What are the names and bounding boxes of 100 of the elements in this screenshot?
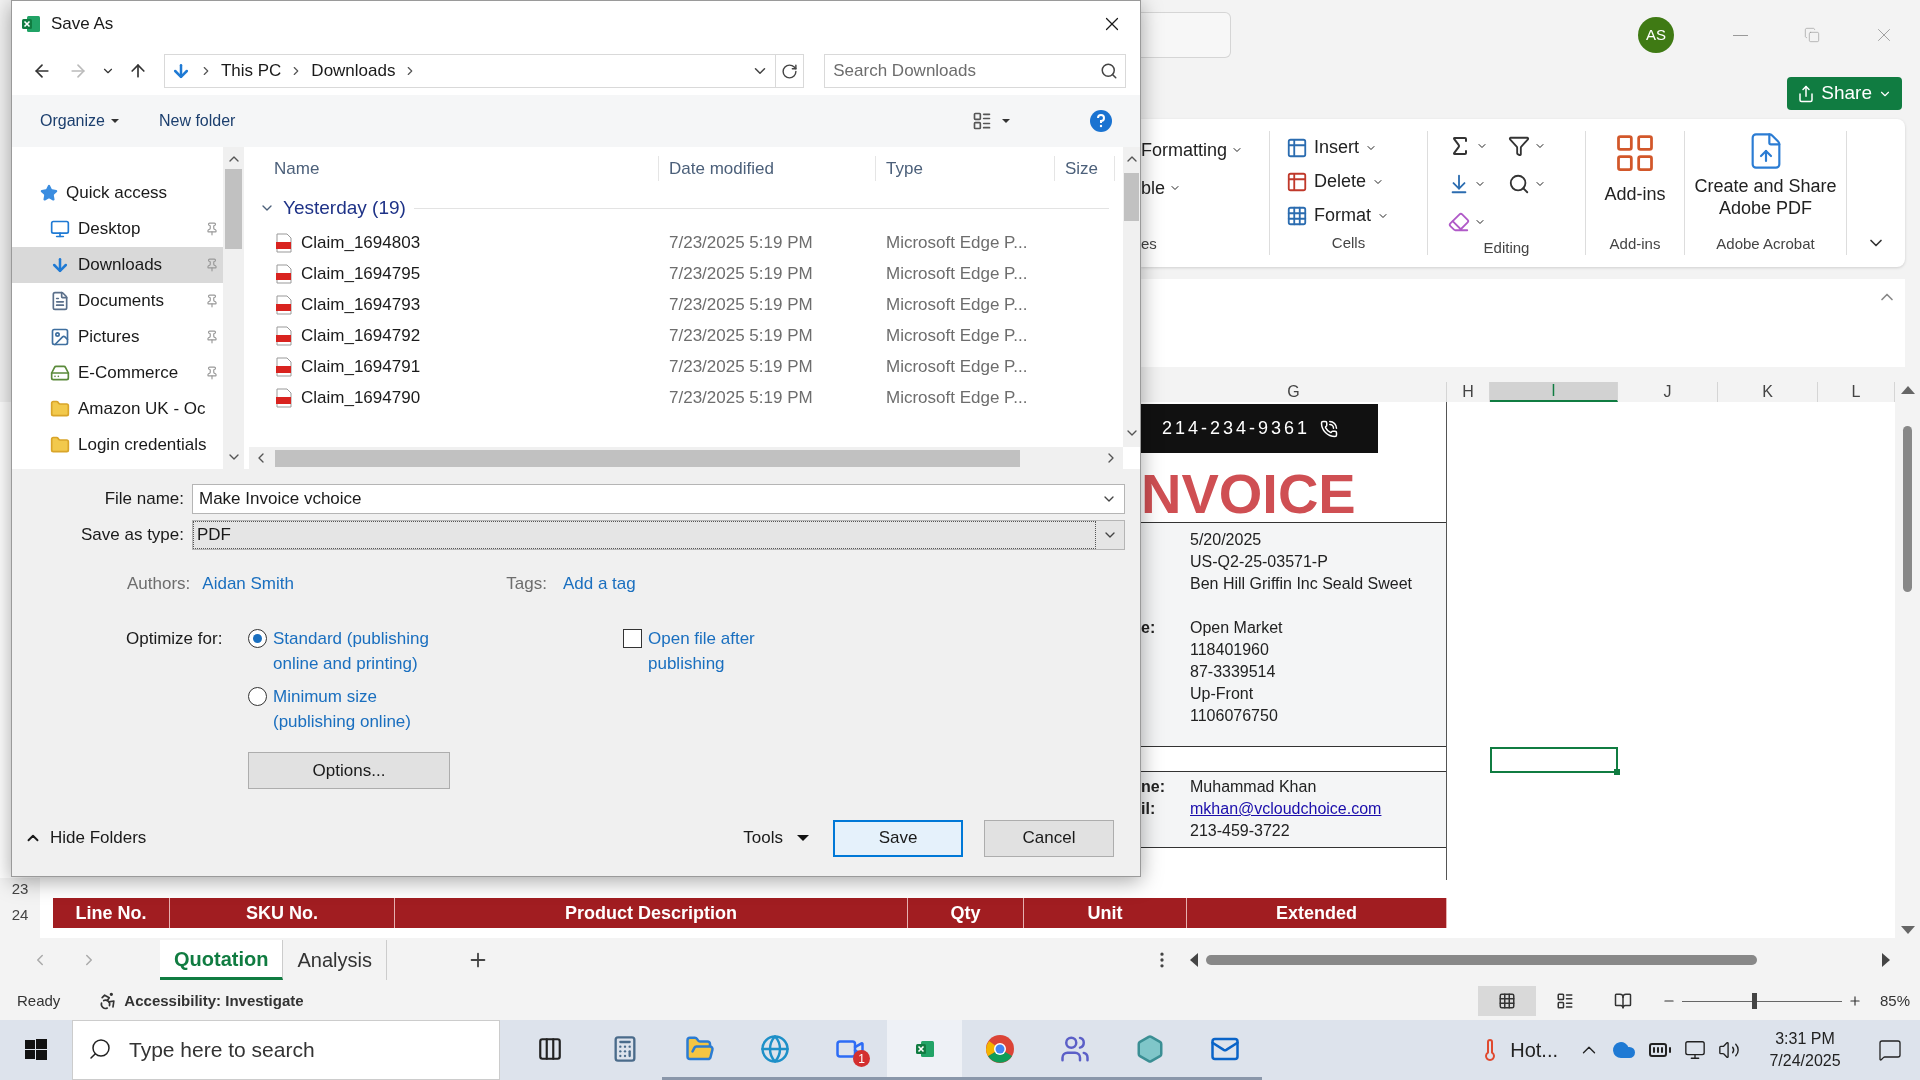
detail-value: Open Market <box>1190 618 1283 638</box>
radio-button[interactable] <box>248 687 267 706</box>
tags-link[interactable]: Add a tag <box>562 571 636 597</box>
save-button[interactable]: Save <box>833 819 963 857</box>
radio-label[interactable]: Minimum size (publishing online) <box>273 684 448 734</box>
file-row[interactable]: Claim_1694791 7/23/2025 5:19 PM Microsoft Edge P... <box>249 351 1123 382</box>
table-insert-icon <box>1286 136 1308 159</box>
column-header[interactable]: Date modified <box>659 155 876 181</box>
search-field[interactable]: Search Downloads <box>824 54 1126 88</box>
checkbox[interactable] <box>623 629 642 648</box>
ribbon-button[interactable]: Insert <box>1286 131 1427 165</box>
address-bar[interactable]: This PC Downloads <box>163 54 777 88</box>
radio-button[interactable] <box>248 629 267 648</box>
checkbox-label[interactable]: Open file after publishing <box>648 626 788 676</box>
nav-pane-item[interactable]: Quick access <box>12 175 223 211</box>
group-label: Add-ins <box>1609 233 1661 254</box>
options-button[interactable]: Options... <box>248 752 450 789</box>
refresh-icon <box>781 62 799 80</box>
user-avatar[interactable]: AS <box>1638 17 1674 53</box>
ribbon-dropdown-button[interactable]: Formatting <box>1141 131 1269 169</box>
radio-label[interactable]: Standard (publishing online and printing) <box>273 626 448 676</box>
zoom-in-icon[interactable] <box>1847 994 1862 1008</box>
browser-icon <box>984 1033 1015 1064</box>
scroll-up-icon[interactable] <box>1900 386 1915 394</box>
column-header[interactable]: Name <box>249 155 659 181</box>
sheet-tab[interactable]: Analysis <box>283 940 387 980</box>
column-header[interactable]: Type <box>876 155 1055 181</box>
group-header[interactable]: Yesterday (19) <box>283 193 406 223</box>
pdf-file-icon <box>275 356 293 377</box>
create-pdf-button[interactable]: Create and Share Adobe PDF <box>1690 131 1841 219</box>
nav-pane-item[interactable]: Login credentials <box>12 427 223 463</box>
clock[interactable]: 3:31 PM 7/24/2025 <box>1750 1020 1860 1080</box>
column-header[interactable]: Size <box>1055 155 1115 181</box>
file-row[interactable]: Claim_1694803 7/23/2025 5:19 PM Microsoft Edge P... <box>249 227 1123 258</box>
detail-value: Ben Hill Griffin Inc Seald Sweet <box>1190 574 1413 594</box>
breadcrumb-item[interactable]: This PC <box>220 58 282 84</box>
file-name-field[interactable]: Make Invoice vchoice <box>192 484 1125 514</box>
eraser-icon <box>1448 211 1470 233</box>
view-button[interactable] <box>1477 986 1536 1016</box>
accessibility-button[interactable]: Accessibility: Investigate <box>98 989 304 1013</box>
nav-pane-item[interactable]: Documents <box>12 283 223 319</box>
authors-link[interactable]: Aidan Smith <box>202 571 507 597</box>
share-button[interactable]: Share <box>1787 77 1902 110</box>
scroll-left-icon[interactable] <box>1190 953 1198 967</box>
detail-value: US-Q2-25-03571-P <box>1190 552 1328 572</box>
network-icon[interactable] <box>1684 1039 1706 1061</box>
table-header-cell: Qty <box>908 898 1024 928</box>
selected-cell[interactable] <box>1490 747 1618 773</box>
group-label: Cells <box>1331 233 1366 254</box>
nav-pane-item[interactable]: Desktop <box>12 211 223 247</box>
taskbar-search-field[interactable]: Type here to search <box>72 1020 500 1080</box>
help-button[interactable] <box>1090 110 1112 132</box>
search-icon <box>1100 62 1118 80</box>
save-as-type-dropdown[interactable]: PDF <box>192 520 1125 550</box>
column-header[interactable]: K <box>1718 382 1818 402</box>
zoom-slider[interactable] <box>1681 991 1842 1011</box>
question-mark-icon <box>1096 114 1106 128</box>
add-ins-button[interactable]: Add-ins <box>1604 131 1666 208</box>
breadcrumb-item[interactable]: Downloads <box>311 58 396 84</box>
file-row[interactable]: Claim_1694792 7/23/2025 5:19 PM Microsoft Edge P... <box>249 320 1123 351</box>
file-row[interactable]: Claim_1694795 7/23/2025 5:19 PM Microsoft Edge P... <box>249 258 1123 289</box>
nav-pane-item[interactable]: Amazon UK - Oc <box>12 391 223 427</box>
scrollbar[interactable] <box>223 147 244 469</box>
volume-icon[interactable] <box>1718 1039 1740 1061</box>
ribbon-button[interactable]: Delete <box>1286 164 1427 199</box>
nav-pane-item[interactable]: Pictures <box>12 319 223 355</box>
field-label: Optimize for: <box>126 628 224 650</box>
sheet-tab[interactable]: Quotation <box>160 940 284 980</box>
folder-icon <box>50 435 70 455</box>
refresh-button[interactable] <box>776 54 805 88</box>
organize-menu[interactable]: Organize <box>40 109 119 133</box>
table-header-cell: SKU No. <box>170 898 395 928</box>
scrollbar-thumb[interactable] <box>225 169 242 249</box>
scroll-right-icon[interactable] <box>1882 953 1890 967</box>
scrollbar-thumb[interactable] <box>275 449 1020 467</box>
pin-icon <box>205 222 219 236</box>
file-row[interactable]: Claim_1694793 7/23/2025 5:19 PM Microsoft Edge P... <box>249 289 1123 320</box>
ribbon-button[interactable]: Format <box>1286 198 1427 233</box>
scrollbar[interactable] <box>1123 147 1140 447</box>
column-header[interactable]: J <box>1618 382 1718 402</box>
cancel-button[interactable]: Cancel <box>984 819 1114 857</box>
restore-icon <box>1804 27 1820 43</box>
ribbon-dropdown-button[interactable]: ble <box>1141 169 1269 207</box>
zoom-level[interactable]: 85% <box>1879 989 1910 1013</box>
view-options-button[interactable] <box>972 111 1010 131</box>
pin-icon <box>205 258 219 272</box>
tools-menu[interactable]: Tools <box>743 825 809 851</box>
scrollbar-thumb[interactable] <box>1903 426 1912 592</box>
file-row[interactable]: Claim_1694790 7/23/2025 5:19 PM Microsoft Edge P... <box>249 382 1123 413</box>
nav-pane-item[interactable]: E-Commerce <box>12 355 223 391</box>
pdf-file-icon <box>275 387 293 408</box>
email-link[interactable]: mkhan@vcloudchoice.com <box>1190 797 1382 821</box>
nav-pane-item[interactable]: Downloads <box>12 247 223 283</box>
new-folder-button[interactable]: New folder <box>158 109 236 133</box>
scrollbar-thumb[interactable] <box>1206 955 1757 965</box>
scrollbar-thumb[interactable] <box>1124 173 1139 221</box>
hide-folders-button[interactable]: Hide Folders <box>24 825 147 851</box>
weather-widget[interactable]: Hot... <box>1478 1020 1578 1080</box>
slider-thumb[interactable] <box>1752 993 1758 1009</box>
scrollbar[interactable] <box>249 447 1123 469</box>
